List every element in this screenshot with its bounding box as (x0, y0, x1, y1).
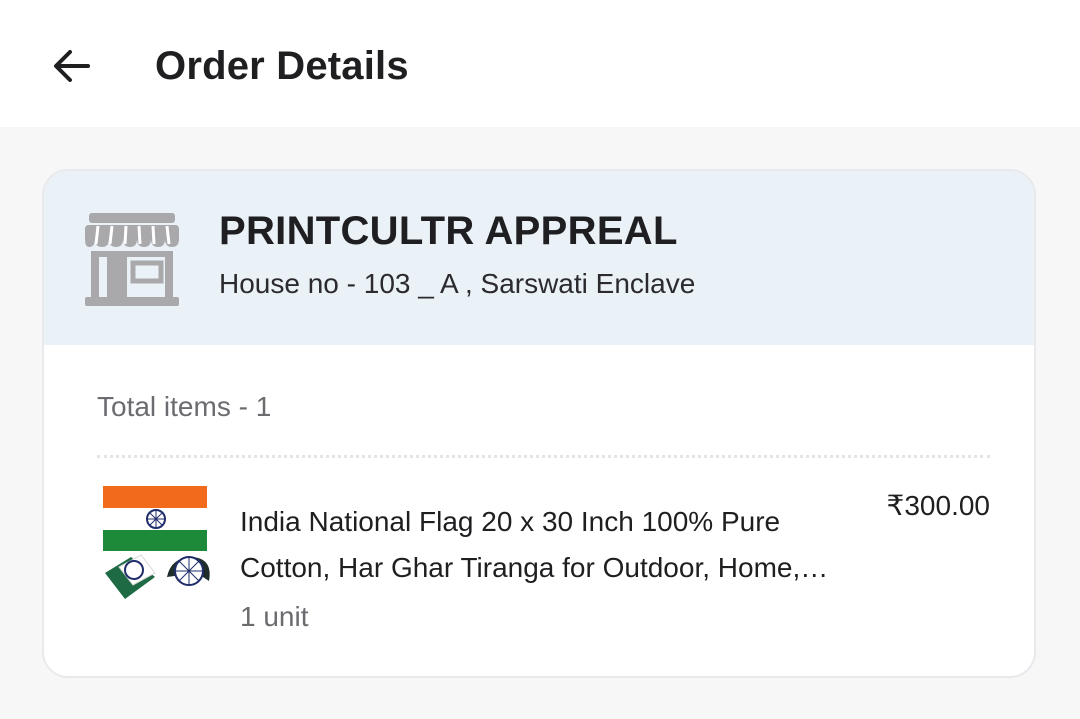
store-address: House no - 103 _ A , Sarswati Enclave (219, 268, 696, 299)
product-image (103, 486, 210, 599)
item-name: India National Flag 20 x 30 Inch 100% Pu… (240, 506, 801, 583)
order-card: PRINTCULTR APPREAL House no - 103 _ A , … (42, 169, 1036, 678)
back-button[interactable] (44, 38, 100, 94)
store-name: PRINTCULTR APPREAL (219, 209, 678, 253)
storefront-icon (85, 213, 179, 306)
total-items-label: Total items - 1 (97, 391, 272, 422)
page-title: Order Details (155, 44, 409, 88)
arrow-left-icon (54, 50, 90, 82)
divider (97, 455, 990, 458)
item-price: ₹300.00 (886, 490, 990, 521)
store-header: PRINTCULTR APPREAL House no - 103 _ A , … (44, 171, 1034, 345)
order-item[interactable]: India National Flag 20 x 30 Inch 100% Pu… (97, 481, 990, 641)
item-quantity: 1 unit (240, 601, 309, 632)
app-bar: Order Details (0, 0, 1080, 127)
